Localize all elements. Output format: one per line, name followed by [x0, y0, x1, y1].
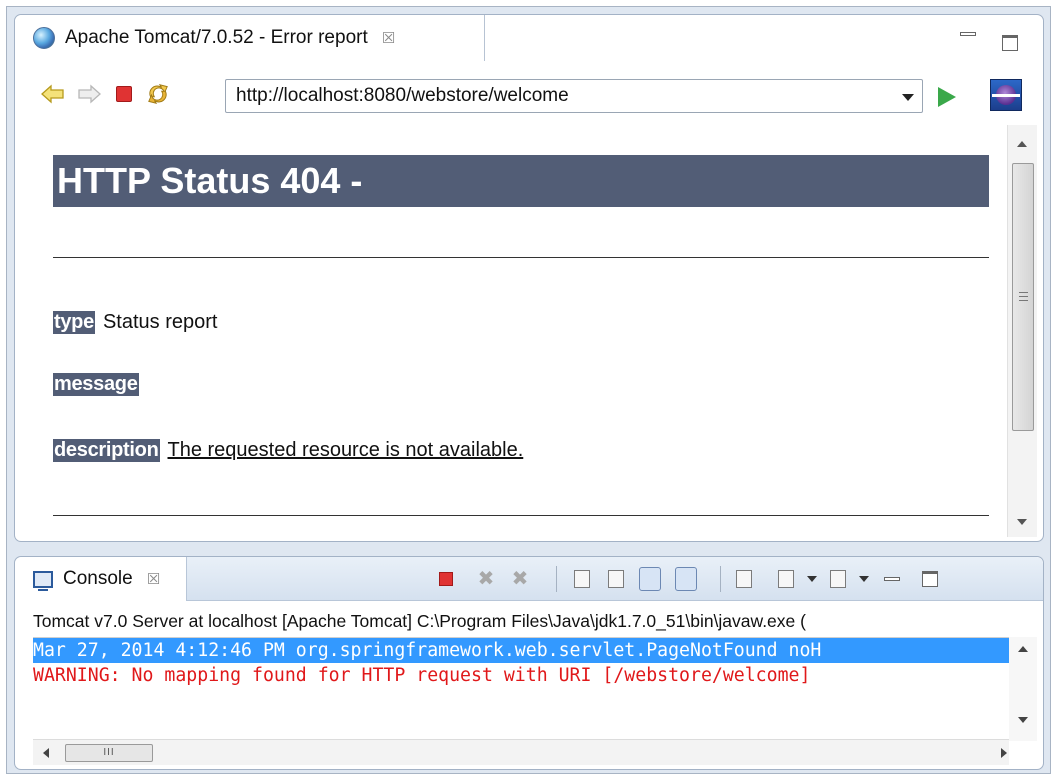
scroll-up-icon[interactable] [1017, 141, 1027, 147]
page-title: HTTP Status 404 - [53, 155, 989, 207]
back-arrow-icon[interactable] [41, 83, 65, 105]
maximize-icon[interactable] [919, 569, 941, 589]
scrollbar-thumb[interactable]: III [65, 744, 153, 762]
console-monitor-icon [33, 570, 53, 591]
description-label: description [53, 439, 160, 462]
stop-icon[interactable] [112, 83, 136, 105]
url-dropdown-icon[interactable] [902, 94, 914, 101]
close-console-icon[interactable]: ☒ [147, 570, 160, 588]
eclipse-icon[interactable] [990, 79, 1022, 111]
show-on-stdout-icon[interactable] [639, 567, 661, 591]
description-value: The requested resource is not available. [167, 439, 524, 461]
remove-launch-icon[interactable]: ✖ [475, 569, 497, 589]
console-output[interactable]: Mar 27, 2014 4:12:46 PM org.springframew… [33, 637, 1009, 741]
go-icon[interactable] [938, 87, 956, 107]
chevron-down-icon[interactable] [853, 569, 875, 589]
divider [53, 515, 989, 516]
type-row: type Status report [53, 311, 217, 334]
clear-console-icon[interactable] [571, 569, 593, 589]
pin-console-icon[interactable] [733, 569, 755, 589]
url-bar[interactable] [225, 79, 923, 113]
vertical-scrollbar[interactable] [1007, 125, 1037, 537]
minimize-icon[interactable] [881, 569, 903, 589]
type-label: type [53, 311, 95, 334]
globe-icon [33, 27, 55, 49]
chevron-down-icon[interactable] [801, 569, 823, 589]
scrollbar-thumb[interactable] [1012, 163, 1034, 431]
show-on-stderr-icon[interactable] [675, 567, 697, 591]
message-label: message [53, 373, 139, 396]
scroll-left-icon[interactable] [43, 748, 49, 758]
remove-all-icon[interactable]: ✖ [509, 569, 531, 589]
console-line[interactable]: Mar 27, 2014 4:12:46 PM org.springframew… [33, 638, 1009, 663]
divider [53, 257, 989, 258]
description-row: description The requested resource is no… [53, 439, 523, 462]
console-tab[interactable]: Console ☒ [15, 557, 187, 601]
toolbar-separator [709, 566, 731, 592]
terminate-icon[interactable] [435, 569, 457, 589]
console-vertical-scrollbar[interactable] [1009, 637, 1037, 741]
console-process-label: Tomcat v7.0 Server at localhost [Apache … [33, 611, 806, 631]
refresh-icon[interactable] [146, 83, 170, 105]
browser-tab-title: Apache Tomcat/7.0.52 - Error report [65, 27, 368, 48]
browser-toolbar [15, 69, 1045, 117]
display-console-icon[interactable] [775, 569, 797, 589]
console-line[interactable]: WARNING: No mapping found for HTTP reque… [33, 663, 1009, 688]
console-horizontal-scrollbar[interactable]: III [33, 739, 1009, 765]
url-input[interactable] [236, 85, 876, 107]
browser-view: Apache Tomcat/7.0.52 - Error report ☒ HT… [14, 14, 1044, 542]
scroll-down-icon[interactable] [1018, 717, 1028, 723]
open-console-icon[interactable] [827, 569, 849, 589]
forward-arrow-icon[interactable] [77, 83, 101, 105]
message-row: message [53, 373, 147, 396]
scroll-lock-icon[interactable] [605, 569, 627, 589]
browser-tab[interactable]: Apache Tomcat/7.0.52 - Error report ☒ [15, 15, 485, 61]
type-value: Status report [102, 311, 218, 333]
close-tab-icon[interactable]: ☒ [382, 29, 395, 47]
scroll-up-icon[interactable] [1018, 646, 1028, 652]
console-header: Console ☒ ✖ ✖ [15, 557, 1043, 601]
maximize-icon[interactable] [1002, 35, 1018, 51]
console-tab-title: Console [63, 568, 133, 589]
page-content: HTTP Status 404 - type Status report mes… [15, 125, 1005, 535]
toolbar-separator [545, 566, 567, 592]
console-view: Console ☒ ✖ ✖ Tomcat v7.0 Server at loca… [14, 556, 1044, 770]
scroll-right-icon[interactable] [1001, 748, 1007, 758]
minimize-icon[interactable] [960, 32, 976, 36]
scroll-down-icon[interactable] [1017, 519, 1027, 525]
